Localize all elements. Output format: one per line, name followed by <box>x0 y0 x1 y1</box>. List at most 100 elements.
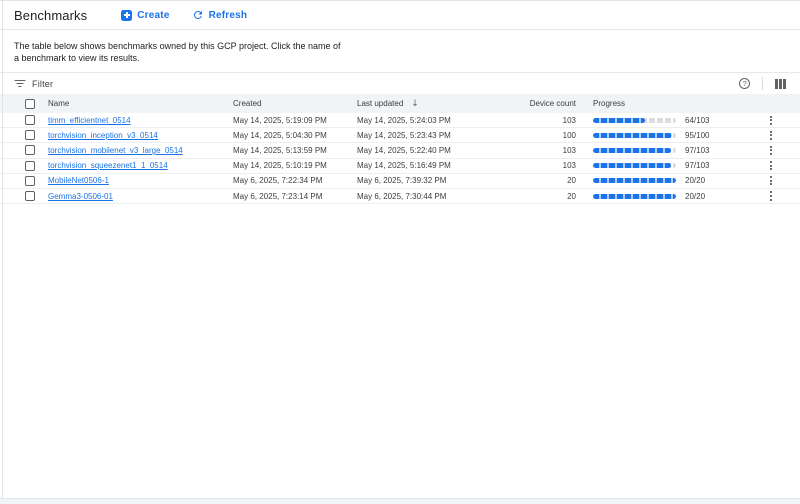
row-checkbox-cell <box>14 191 48 201</box>
progress-label: 20/20 <box>685 176 740 185</box>
header-last-updated-label: Last updated <box>357 99 403 108</box>
more-options-icon[interactable] <box>769 145 773 156</box>
benchmark-link[interactable]: Gemma3-0506-01 <box>48 192 113 201</box>
row-menu-cell <box>769 160 800 171</box>
more-options-icon[interactable] <box>769 130 773 141</box>
create-button-label: Create <box>137 10 169 21</box>
table-header-row: Name Created Last updated ↓ Device count… <box>0 94 800 113</box>
table-row: torchvision_squeezenet1_1_0514 May 14, 2… <box>0 159 800 174</box>
benchmark-name-cell: torchvision_squeezenet1_1_0514 <box>48 161 233 170</box>
benchmarks-page: Benchmarks Create Refresh The table belo… <box>0 0 800 504</box>
created-cell: May 14, 2025, 5:19:09 PM <box>233 116 357 125</box>
row-menu-cell <box>769 130 800 141</box>
progress-cell: 64/103 <box>593 116 740 125</box>
create-button[interactable]: Create <box>121 10 169 21</box>
row-checkbox-cell <box>14 161 48 171</box>
table-row: torchvision_mobilenet_v3_large_0514 May … <box>0 143 800 158</box>
benchmark-name-cell: torchvision_mobilenet_v3_large_0514 <box>48 146 233 155</box>
last-updated-cell: May 6, 2025, 7:39:32 PM <box>357 176 478 185</box>
progress-bar <box>593 163 676 168</box>
last-updated-cell: May 14, 2025, 5:22:40 PM <box>357 146 478 155</box>
progress-bar-fill <box>593 118 645 123</box>
created-cell: May 14, 2025, 5:13:59 PM <box>233 146 357 155</box>
progress-label: 95/100 <box>685 131 740 140</box>
table-row: Gemma3-0506-01 May 6, 2025, 7:23:14 PM M… <box>0 189 800 204</box>
progress-bar-fill <box>593 194 676 199</box>
benchmark-name-cell: timm_efficientnet_0514 <box>48 116 233 125</box>
row-checkbox-cell <box>14 115 48 125</box>
progress-cell: 95/100 <box>593 131 740 140</box>
refresh-button[interactable]: Refresh <box>192 9 248 21</box>
table-row: timm_efficientnet_0514 May 14, 2025, 5:1… <box>0 113 800 128</box>
refresh-button-label: Refresh <box>209 10 248 21</box>
header-device-count[interactable]: Device count <box>478 99 576 108</box>
panel-left-border <box>2 1 3 504</box>
row-menu-cell <box>769 115 800 126</box>
progress-label: 20/20 <box>685 192 740 201</box>
help-icon[interactable]: ? <box>739 78 750 89</box>
progress-label: 97/103 <box>685 146 740 155</box>
device-count-cell: 103 <box>478 161 576 170</box>
device-count-cell: 20 <box>478 192 576 201</box>
progress-label: 64/103 <box>685 116 740 125</box>
last-updated-cell: May 6, 2025, 7:30:44 PM <box>357 192 478 201</box>
header-last-updated[interactable]: Last updated ↓ <box>357 99 478 109</box>
row-checkbox[interactable] <box>25 145 35 155</box>
sort-descending-icon[interactable]: ↓ <box>411 99 419 109</box>
toolbar-divider <box>762 77 763 90</box>
table-body: timm_efficientnet_0514 May 14, 2025, 5:1… <box>0 113 800 204</box>
created-cell: May 14, 2025, 5:10:19 PM <box>233 161 357 170</box>
benchmark-link[interactable]: torchvision_squeezenet1_1_0514 <box>48 161 168 170</box>
benchmark-name-cell: MobileNet0506-1 <box>48 176 233 185</box>
progress-bar-fill <box>593 163 671 168</box>
last-updated-cell: May 14, 2025, 5:23:43 PM <box>357 131 478 140</box>
row-checkbox[interactable] <box>25 191 35 201</box>
row-checkbox[interactable] <box>25 115 35 125</box>
page-title: Benchmarks <box>14 8 87 23</box>
created-cell: May 14, 2025, 5:04:30 PM <box>233 131 357 140</box>
more-options-icon[interactable] <box>769 160 773 171</box>
progress-bar <box>593 118 676 123</box>
row-checkbox-cell <box>14 145 48 155</box>
more-options-icon[interactable] <box>769 175 773 186</box>
device-count-cell: 100 <box>478 131 576 140</box>
header-progress: Progress <box>593 99 625 108</box>
benchmark-link[interactable]: torchvision_mobilenet_v3_large_0514 <box>48 146 183 155</box>
page-description: The table below shows benchmarks owned b… <box>0 30 800 72</box>
progress-cell: 20/20 <box>593 176 740 185</box>
last-updated-cell: May 14, 2025, 5:16:49 PM <box>357 161 478 170</box>
table-toolbar: Filter ? <box>0 72 800 94</box>
table-row: MobileNet0506-1 May 6, 2025, 7:22:34 PM … <box>0 174 800 189</box>
row-checkbox[interactable] <box>25 130 35 140</box>
row-checkbox-cell <box>14 130 48 140</box>
more-options-icon[interactable] <box>769 115 773 126</box>
device-count-cell: 20 <box>478 176 576 185</box>
table-row: torchvision_inception_v3_0514 May 14, 20… <box>0 128 800 143</box>
viewport-bottom-strip <box>0 498 800 504</box>
benchmark-link[interactable]: MobileNet0506-1 <box>48 176 109 185</box>
benchmark-link[interactable]: timm_efficientnet_0514 <box>48 116 131 125</box>
row-checkbox[interactable] <box>25 161 35 171</box>
more-options-icon[interactable] <box>769 190 773 201</box>
refresh-icon <box>192 9 204 21</box>
created-cell: May 6, 2025, 7:23:14 PM <box>233 192 357 201</box>
select-all-checkbox[interactable] <box>25 99 35 109</box>
description-line-2: a benchmark to view its results. <box>14 53 786 65</box>
progress-bar <box>593 194 676 199</box>
benchmark-link[interactable]: torchvision_inception_v3_0514 <box>48 131 158 140</box>
row-menu-cell <box>769 145 800 156</box>
row-menu-cell <box>769 190 800 201</box>
last-updated-cell: May 14, 2025, 5:24:03 PM <box>357 116 478 125</box>
header-checkbox-cell <box>14 99 48 109</box>
header-created[interactable]: Created <box>233 99 357 108</box>
progress-bar <box>593 148 676 153</box>
plus-icon <box>121 10 132 21</box>
filter-button[interactable]: Filter <box>14 79 53 89</box>
created-cell: May 6, 2025, 7:22:34 PM <box>233 176 357 185</box>
progress-bar <box>593 133 676 138</box>
row-checkbox[interactable] <box>25 176 35 186</box>
header-name[interactable]: Name <box>48 99 233 108</box>
row-menu-cell <box>769 175 800 186</box>
column-display-icon[interactable] <box>775 79 786 89</box>
benchmark-name-cell: torchvision_inception_v3_0514 <box>48 131 233 140</box>
